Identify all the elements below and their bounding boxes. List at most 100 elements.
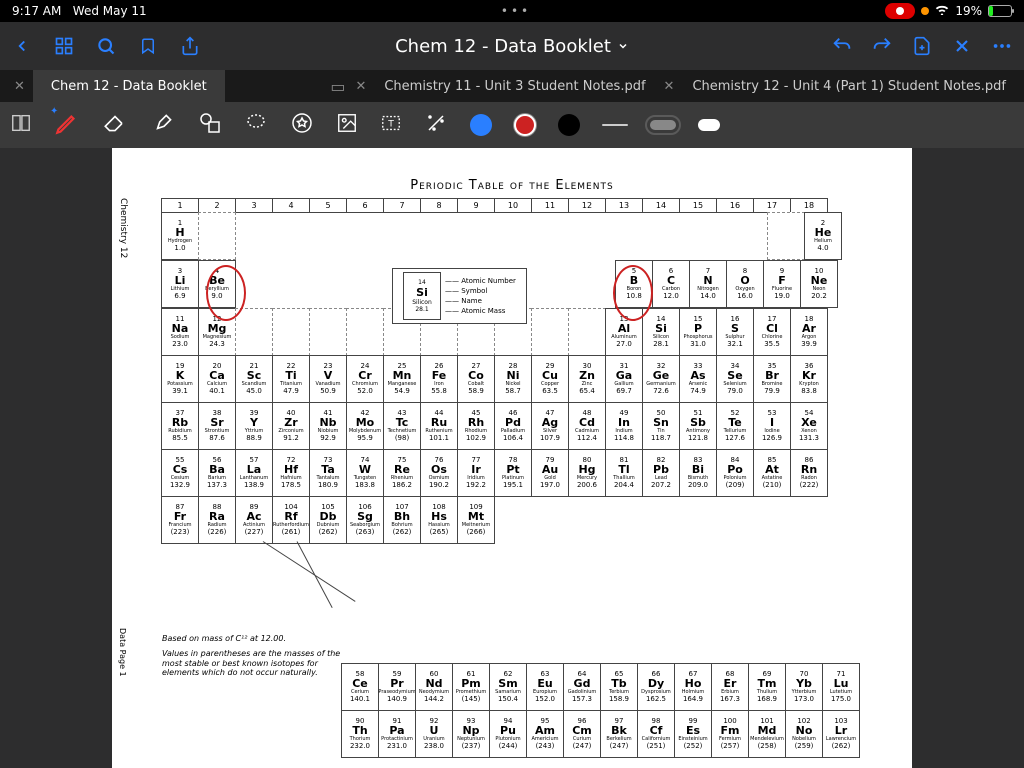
image-tool-icon[interactable] (336, 112, 358, 138)
element-B: 5BBoron10.8 (615, 260, 653, 308)
eraser-tool-icon[interactable] (102, 110, 128, 140)
element-Tl: 81TlThallium204.4 (605, 449, 643, 497)
element-Tb: 65TbTerbium158.9 (600, 663, 638, 711)
element-Na: 11NaSodium23.0 (161, 308, 199, 356)
element-Hg: 80HgMercury200.6 (568, 449, 606, 497)
element-Ta: 73TaTantalum180.9 (309, 449, 347, 497)
group-header: 13 (605, 198, 643, 213)
add-page-icon[interactable] (908, 32, 936, 60)
document-canvas[interactable]: Chemistry 12 Data Page 1 Periodic Table … (0, 148, 1024, 768)
tab-split-icon[interactable]: ▭ (320, 77, 355, 96)
color-blue[interactable] (470, 114, 492, 136)
multitask-dots[interactable]: ••• (147, 4, 886, 18)
element-Pu: 94PuPlutonium(244) (489, 710, 527, 758)
color-black[interactable] (558, 114, 580, 136)
lasso-tool-icon[interactable] (244, 111, 268, 139)
page-title[interactable]: Chem 12 - Data Booklet (228, 36, 796, 57)
element-Nd: 60NdNeodymium144.2 (415, 663, 453, 711)
record-indicator[interactable] (885, 3, 915, 19)
element-La: 57LaLanthanum138.9 (235, 449, 273, 497)
tab-3[interactable]: Chemistry 12 - Unit 4 (Part 1) Student N… (674, 70, 1024, 102)
element-V: 23VVanadium50.9 (309, 355, 347, 403)
stroke-medium-selected[interactable] (650, 120, 676, 130)
element-Tm: 69TmThulium168.9 (748, 663, 786, 711)
element-Cd: 48CdCadmium112.4 (568, 402, 606, 450)
element-Lr: 103LrLawrencium(262) (822, 710, 860, 758)
page-num-label: Data Page 1 (118, 628, 127, 677)
element-Hf: 72HfHafnium178.5 (272, 449, 310, 497)
share-icon[interactable] (176, 32, 204, 60)
element-Bh: 107BhBohrium(262) (383, 496, 421, 544)
status-right: 19% (885, 3, 1012, 19)
element-Sb: 51SbAntimony121.8 (679, 402, 717, 450)
group-header: 5 (309, 198, 347, 213)
tab-active[interactable]: Chem 12 - Data Booklet (33, 70, 225, 102)
element-Rb: 37RbRubidium85.5 (161, 402, 199, 450)
legend-sym: Si (416, 286, 428, 299)
element-Es: 99EsEinsteinium(252) (674, 710, 712, 758)
element-Au: 79AuGold197.0 (531, 449, 569, 497)
close-button[interactable] (948, 32, 976, 60)
legend-box: 14 Si Silicon 28.1 Atomic Number Symbol … (392, 268, 527, 324)
element-U: 92UUranium238.0 (415, 710, 453, 758)
element-Te: 52TeTellurium127.6 (716, 402, 754, 450)
stroke-thin[interactable] (602, 124, 628, 126)
element-Rf: 104RfRutherfordium(261) (272, 496, 310, 544)
page-title-text: Chem 12 - Data Booklet (395, 36, 611, 57)
color-red-selected[interactable] (514, 114, 536, 136)
tab-label: Chemistry 11 - Unit 3 Student Notes.pdf (384, 79, 645, 94)
element-Nb: 41NbNiobium92.9 (309, 402, 347, 450)
grid-icon[interactable] (50, 32, 78, 60)
element-Li: 3LiLithium6.9 (161, 260, 199, 308)
view-mode-icon[interactable] (10, 112, 32, 138)
text-tool-icon[interactable]: T (380, 112, 402, 138)
battery-icon (988, 5, 1012, 17)
element-Fr: 87FrFrancium(223) (161, 496, 199, 544)
element-Br: 35BrBromine79.9 (753, 355, 791, 403)
redo-button[interactable] (868, 32, 896, 60)
search-icon[interactable] (92, 32, 120, 60)
tab-bar: ✕ Chem 12 - Data Booklet ▭ ✕ Chemistry 1… (0, 70, 1024, 102)
element-In: 49InIndium114.8 (605, 402, 643, 450)
element-Bk: 97BkBerkelium(247) (600, 710, 638, 758)
element-Ti: 22TiTitanium47.9 (272, 355, 310, 403)
element-Md: 101MdMendelevium(258) (748, 710, 786, 758)
bookmark-icon[interactable] (134, 32, 162, 60)
stamp-tool-icon[interactable] (290, 111, 314, 139)
element-Pb: 82PbLead207.2 (642, 449, 680, 497)
pen-tool-icon[interactable]: ✦ (54, 110, 80, 140)
element-Cf: 98CfCalifornium(251) (637, 710, 675, 758)
tab-close-icon[interactable]: ✕ (355, 79, 366, 94)
magic-tool-icon[interactable] (424, 111, 448, 139)
group-header: 11 (531, 198, 569, 213)
status-bar: 9:17 AM Wed May 11 ••• 19% (0, 0, 1024, 22)
legend-labels: Atomic Number Symbol Name Atomic Mass (445, 277, 516, 315)
group-header: 14 (642, 198, 680, 213)
element-Pr: 59PrPraseodymium140.9 (378, 663, 416, 711)
tab-close-icon[interactable]: ✕ (664, 79, 675, 94)
element-Po: 84PoPolonium(209) (716, 449, 754, 497)
back-button[interactable] (8, 32, 36, 60)
highlighter-tool-icon[interactable] (150, 110, 176, 140)
new-tab-icon[interactable]: ✕ (0, 79, 33, 94)
element-Kr: 36KrKrypton83.8 (790, 355, 828, 403)
element-Ba: 56BaBarium137.3 (198, 449, 236, 497)
group-header: 17 (753, 198, 791, 213)
element-Zr: 40ZrZirconium91.2 (272, 402, 310, 450)
more-icon[interactable] (988, 32, 1016, 60)
element-Ac: 89AcActinium(227) (235, 496, 273, 544)
legend-num: 14 (418, 279, 426, 286)
element-Am: 95AmAmericium(243) (526, 710, 564, 758)
group-header: 6 (346, 198, 384, 213)
element-F: 9FFluorine19.0 (763, 260, 801, 308)
tab-2[interactable]: Chemistry 11 - Unit 3 Student Notes.pdf (366, 70, 663, 102)
shapes-tool-icon[interactable] (198, 111, 222, 139)
periodic-table: 123456789101112131415161718 1HHydrogen1.… (162, 198, 842, 545)
element-Dy: 66DyDysprosium162.5 (637, 663, 675, 711)
element-Be: 4BeBeryllium9.0 (198, 260, 236, 308)
stroke-thick[interactable] (698, 119, 720, 131)
element-Pd: 46PdPalladium106.4 (494, 402, 532, 450)
element-Ge: 32GeGermanium72.6 (642, 355, 680, 403)
undo-button[interactable] (828, 32, 856, 60)
element-He: 2HeHelium4.0 (804, 212, 842, 260)
